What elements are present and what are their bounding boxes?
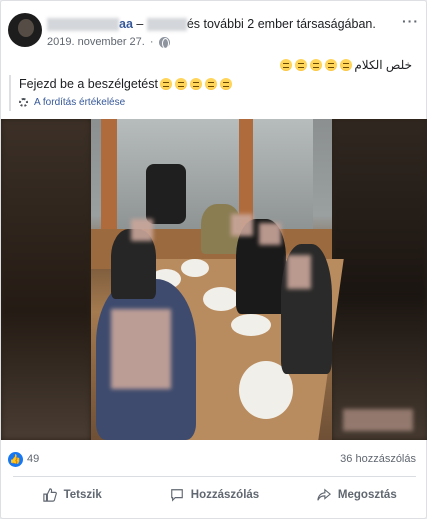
- redacted-tag: [146, 18, 187, 32]
- original-text: خلص الكلام: [354, 58, 412, 72]
- action-bar: Tetszik Hozzászólás Megosztás: [1, 479, 427, 511]
- avatar[interactable]: [8, 13, 42, 47]
- tired-face-emoji-icon: [160, 78, 173, 90]
- photo-scooter: [146, 164, 186, 224]
- tired-face-emoji-icon: [309, 59, 322, 71]
- tired-face-emoji-icon: [205, 78, 218, 90]
- tired-face-emoji-icon: [220, 78, 233, 90]
- photo-blurred-face: [111, 309, 171, 389]
- photo-blur-patch: [343, 409, 413, 431]
- photo-plate: [231, 314, 271, 336]
- tired-face-emoji-icon: [294, 59, 307, 71]
- tired-face-emoji-icon: [324, 59, 337, 71]
- redacted-name: [47, 18, 119, 32]
- thumbs-up-icon[interactable]: 👍: [8, 452, 23, 467]
- divider: [13, 476, 416, 477]
- tired-face-emoji-icon: [190, 78, 203, 90]
- photo-blurred-face: [131, 219, 153, 241]
- translation-block: Fejezd be a beszélgetést A fordítás érté…: [9, 75, 420, 111]
- tired-face-emoji-icon: [339, 59, 352, 71]
- photo-blur-right: [332, 119, 427, 440]
- reaction-stats: 👍 49 36 hozzászólás: [1, 448, 427, 472]
- original-post-text: خلص الكلام: [279, 58, 412, 72]
- share-arrow-icon: [317, 488, 331, 501]
- photo-main: [91, 119, 344, 440]
- tired-face-emoji-icon: [175, 78, 188, 90]
- post-header: aa – és további 2 ember társaságában. 20…: [1, 1, 427, 55]
- dash: –: [136, 17, 144, 31]
- like-button[interactable]: Tetszik: [1, 479, 143, 511]
- comment-count[interactable]: 36 hozzászólás: [340, 453, 416, 465]
- speech-bubble-icon: [170, 489, 183, 502]
- photo-plate: [203, 287, 239, 311]
- rate-translation-link[interactable]: A fordítás értékelése: [19, 97, 420, 108]
- like-count[interactable]: 49: [27, 453, 39, 465]
- post-date[interactable]: 2019. november 27.: [47, 36, 145, 48]
- translated-post-text: Fejezd be a beszélgetést: [19, 77, 420, 91]
- post-photo[interactable]: [1, 119, 427, 440]
- photo-blur-left: [1, 119, 91, 440]
- post-card: aa – és további 2 ember társaságában. 20…: [0, 0, 427, 519]
- photo-blurred-face: [287, 255, 311, 289]
- tagged-others-text[interactable]: és további 2 ember társaságában.: [187, 17, 376, 31]
- globe-icon: [158, 36, 170, 49]
- rate-translation-label: A fordítás értékelése: [34, 97, 126, 108]
- photo-wood-post-left: [101, 119, 117, 239]
- like-label: Tetszik: [63, 489, 102, 501]
- comment-label: Hozzászólás: [190, 489, 260, 501]
- tired-face-emoji-icon: [279, 59, 292, 71]
- author-name-suffix[interactable]: aa: [119, 17, 133, 31]
- share-button[interactable]: Megosztás: [286, 479, 427, 511]
- meta-separator: ·: [149, 36, 154, 48]
- post-meta: 2019. november 27. ·: [47, 36, 170, 49]
- share-label: Megosztás: [337, 489, 397, 501]
- comment-button[interactable]: Hozzászólás: [143, 479, 285, 511]
- thumbs-up-icon: [42, 488, 57, 502]
- translated-text: Fejezd be a beszélgetést: [19, 77, 158, 91]
- post-author-line: aa – és további 2 ember társaságában.: [47, 16, 376, 32]
- photo-blurred-face: [231, 214, 253, 236]
- photo-blurred-face: [259, 223, 281, 245]
- more-options-button[interactable]: ···: [402, 13, 419, 29]
- gear-icon: [19, 98, 28, 107]
- photo-plate: [181, 259, 209, 277]
